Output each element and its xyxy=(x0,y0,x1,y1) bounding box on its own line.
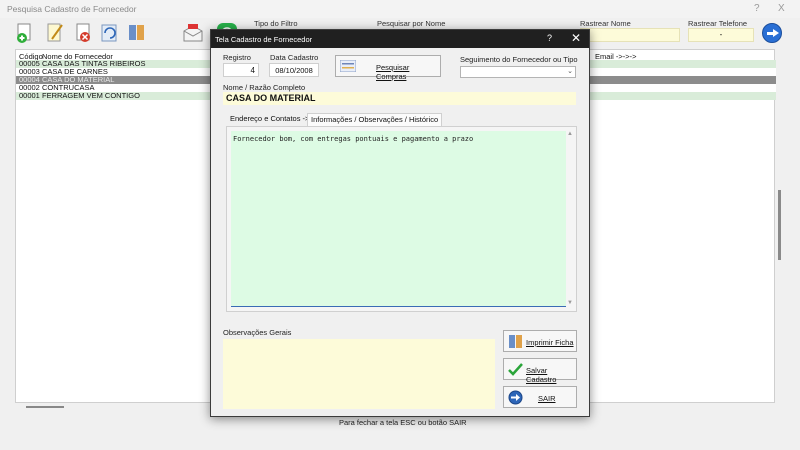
data-cadastro-field[interactable]: 08/10/2008 xyxy=(269,63,319,77)
horizontal-scrollbar[interactable] xyxy=(26,406,64,408)
sair-button[interactable]: SAIR xyxy=(503,386,577,408)
chevron-down-icon: ⌄ xyxy=(567,68,573,75)
scroll-up-icon[interactable]: ▲ xyxy=(567,131,573,137)
go-arrow-button[interactable] xyxy=(762,23,782,43)
search-window-close-button[interactable]: X xyxy=(778,3,785,14)
nome-label: Nome / Razão Completo xyxy=(223,83,306,92)
dialog-titlebar: Tela Cadastro de Fornecedor ? ✕ xyxy=(211,30,589,48)
list-scrollbar[interactable] xyxy=(778,190,781,260)
track-name-input[interactable] xyxy=(580,28,680,42)
search-window-titlebar: Pesquisa Cadastro de Fornecedor ? X xyxy=(0,0,800,18)
registro-label: Registro xyxy=(223,53,251,62)
add-document-icon[interactable] xyxy=(14,22,36,44)
nome-field[interactable]: CASA DO MATERIAL xyxy=(223,92,576,105)
pesquisar-compras-label: Pesquisar Compras xyxy=(376,63,410,81)
track-phone-input[interactable]: - xyxy=(688,28,754,42)
track-phone-label: Rastrear Telefone xyxy=(688,19,748,28)
exit-arrow-icon xyxy=(508,390,523,405)
data-cadastro-label: Data Cadastro xyxy=(270,53,319,62)
seguimento-label: Seguimento do Fornecedor ou Tipo xyxy=(460,55,578,64)
tab-endereco-contatos[interactable]: Endereço e Contatos -> xyxy=(227,113,312,126)
supplier-register-dialog: Tela Cadastro de Fornecedor ? ✕ Registro… xyxy=(210,29,590,417)
dialog-title: Tela Cadastro de Fornecedor xyxy=(215,35,313,44)
footer-hint: Para fechar a tela ESC ou botão SAIR xyxy=(339,418,467,427)
tab-panel-informacoes: Fornecedor bom, com entregas pontuais e … xyxy=(226,126,577,312)
registro-field[interactable]: 4 xyxy=(223,63,259,77)
delete-document-icon[interactable] xyxy=(73,22,95,44)
pesquisar-compras-button[interactable]: Pesquisar Compras xyxy=(335,55,441,81)
checkmark-icon xyxy=(508,363,523,376)
dialog-help-button[interactable]: ? xyxy=(547,33,552,43)
dialog-close-button[interactable]: ✕ xyxy=(571,31,581,45)
tab-informacoes[interactable]: Informações / Observações / Histórico xyxy=(307,113,443,126)
imprimir-ficha-button[interactable]: Imprimir Ficha xyxy=(503,330,577,352)
print-document-icon xyxy=(509,335,522,348)
search-window-help-button[interactable]: ? xyxy=(754,3,760,14)
search-by-name-label: Pesquisar por Nome xyxy=(377,19,446,28)
track-name-label: Rastrear Nome xyxy=(580,19,631,28)
cart-list-icon xyxy=(340,60,356,72)
observacao-textarea[interactable]: Fornecedor bom, com entregas pontuais e … xyxy=(231,131,566,307)
imprimir-ficha-label: Imprimir Ficha xyxy=(526,338,574,347)
salvar-cadastro-button[interactable]: Salvar Cadastro xyxy=(503,358,577,384)
obs-gerais-textarea[interactable] xyxy=(223,339,495,409)
search-window-title: Pesquisa Cadastro de Fornecedor xyxy=(7,4,137,14)
scroll-down-icon[interactable]: ▼ xyxy=(567,300,573,306)
salvar-cadastro-label: Salvar Cadastro xyxy=(526,366,557,384)
envelope-icon[interactable] xyxy=(182,22,204,44)
obs-gerais-label: Observações Gerais xyxy=(223,328,292,337)
filter-type-label: Tipo do Filtro xyxy=(254,19,298,28)
seguimento-select[interactable]: ⌄ xyxy=(460,66,576,78)
edit-document-icon[interactable] xyxy=(44,22,66,44)
refresh-icon[interactable] xyxy=(99,22,121,44)
users-icon[interactable] xyxy=(127,22,149,44)
sair-label: SAIR xyxy=(538,394,556,403)
